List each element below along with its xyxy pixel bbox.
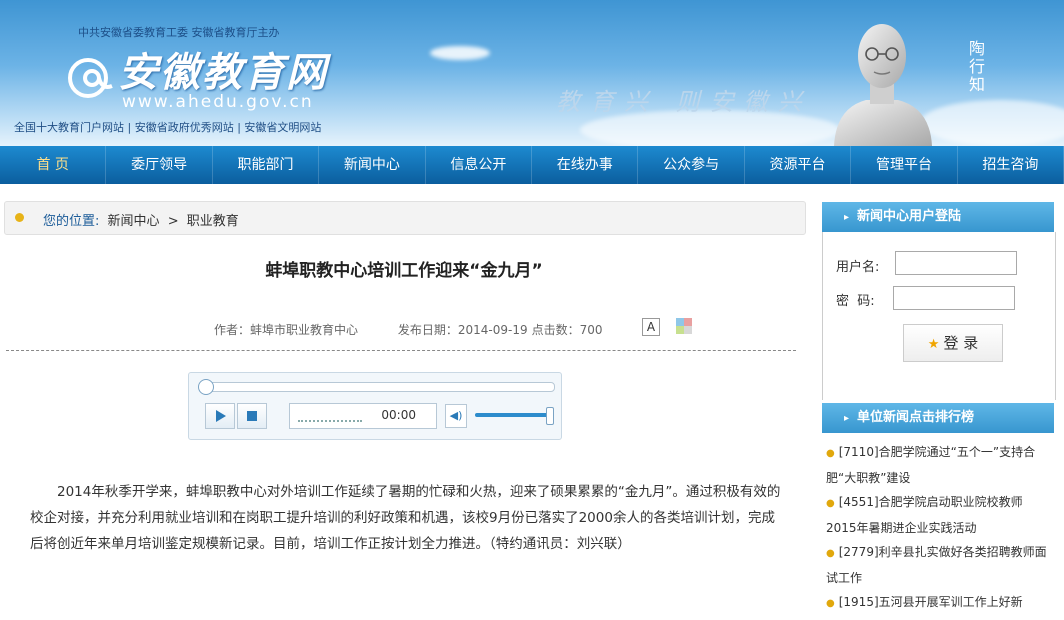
- font-size-button[interactable]: A: [642, 318, 660, 336]
- volume-slider[interactable]: [475, 407, 554, 425]
- login-panel-header: ▸ 新闻中心用户登陆: [822, 202, 1054, 232]
- tao-xingzhi-bust-image: [834, 24, 932, 146]
- clicks-value: 700: [579, 323, 603, 337]
- date-label: 发布日期：: [397, 323, 458, 337]
- article-meta: 作者：蚌埠市职业教育中心 发布日期：2014-09-19 点击数：700: [214, 321, 613, 338]
- site-honors: 全国十大教育门户网站 | 安徽省政府优秀网站 | 安徽省文明网站: [14, 121, 322, 134]
- breadcrumb-label: 您的位置:: [43, 214, 100, 229]
- buffer-indicator: [298, 420, 362, 422]
- ranking-news-text: [4551]合肥学院启动职业院校教师2015年暑期进企业实践活动: [826, 495, 1023, 535]
- password-label: 密 码:: [836, 294, 875, 309]
- site-motto: 教育兴 则安徽兴: [556, 88, 812, 116]
- location-icon: [15, 213, 24, 222]
- ranking-news-text: [1915]五河县开展军训工作上好新: [838, 595, 1023, 609]
- nav-item-8[interactable]: 管理平台: [851, 146, 958, 184]
- ranking-news-item[interactable]: ● [7110]合肥学院通过“五个一”支持合肥“大职教”建设: [826, 440, 1048, 490]
- site-title[interactable]: 安徽教育网: [118, 40, 328, 98]
- volume-icon[interactable]: ◀): [445, 404, 467, 428]
- ranking-panel-header: ▸ 单位新闻点击排行榜: [822, 403, 1054, 433]
- arrow-right-icon: ▸: [844, 413, 850, 424]
- site-url: www.ahedu.gov.cn: [122, 92, 314, 112]
- nav-item-0[interactable]: 首 页: [0, 146, 107, 184]
- time-display: 00:00: [289, 403, 437, 429]
- username-input[interactable]: [895, 251, 1017, 275]
- login-panel-title: 新闻中心用户登陆: [857, 209, 962, 224]
- star-icon: ★: [927, 337, 940, 352]
- time-value: 00:00: [381, 408, 416, 422]
- breadcrumb-link-news-center[interactable]: 新闻中心: [108, 214, 160, 229]
- nav-item-5[interactable]: 在线办事: [532, 146, 639, 184]
- password-input[interactable]: [893, 286, 1015, 310]
- ranking-news-item[interactable]: ● [4551]合肥学院启动职业院校教师2015年暑期进企业实践活动: [826, 490, 1048, 540]
- sponsor-text: 中共安徽省委教育工委 安徽省教育厅主办: [78, 26, 280, 39]
- bullet-icon: ●: [826, 598, 835, 609]
- ranking-list: ● [7110]合肥学院通过“五个一”支持合肥“大职教”建设 ● [4551]合肥学院…: [826, 440, 1048, 616]
- breadcrumb-separator: >: [167, 214, 179, 229]
- author-label: 作者：: [214, 323, 251, 337]
- volume-knob[interactable]: [546, 407, 554, 425]
- article-title: 蚌埠职教中心培训工作迎来“金九月”: [265, 261, 543, 281]
- arrow-right-icon: ▸: [844, 212, 850, 223]
- breadcrumb: 您的位置: 新闻中心 > 职业教育: [4, 201, 806, 235]
- main-nav: 首 页委厅领导 职能部门 新闻中心 信息公开 在线办事 公众参与 资源平台 管理平台 招生咨询: [0, 146, 1064, 184]
- audio-player: 00:00 ◀): [188, 372, 562, 440]
- seek-knob[interactable]: [198, 379, 214, 395]
- nav-item-9[interactable]: 招生咨询: [958, 146, 1064, 184]
- login-button[interactable]: ★ 登 录: [903, 324, 1003, 362]
- color-scheme-icon[interactable]: [676, 318, 692, 334]
- nav-item-3[interactable]: 新闻中心: [319, 146, 426, 184]
- ranking-news-item[interactable]: ● [2779]利辛县扎实做好各类招聘教师面试工作: [826, 540, 1048, 590]
- bullet-icon: ●: [826, 548, 835, 559]
- bullet-icon: ●: [826, 448, 835, 459]
- stop-button[interactable]: [237, 403, 267, 429]
- login-button-label: 登 录: [943, 334, 979, 352]
- bust-name: 陶行知: [966, 40, 985, 94]
- ranking-news-text: [7110]合肥学院通过“五个一”支持合肥“大职教”建设: [826, 445, 1036, 485]
- clicks-label: 点击数：: [531, 323, 580, 337]
- ranking-news-item[interactable]: ● [1915]五河县开展军训工作上好新: [826, 590, 1048, 616]
- nav-item-6[interactable]: 公众参与: [638, 146, 745, 184]
- nav-item-1[interactable]: 委厅领导: [106, 146, 213, 184]
- nav-item-4[interactable]: 信息公开: [426, 146, 533, 184]
- site-header: 中共安徽省委教育工委 安徽省教育厅主办 安徽教育网 www.ahedu.gov.…: [0, 0, 1064, 146]
- ranking-panel-title: 单位新闻点击排行榜: [857, 410, 975, 425]
- nav-item-2[interactable]: 职能部门: [213, 146, 320, 184]
- nav-item-7[interactable]: 资源平台: [745, 146, 852, 184]
- date-value: 2014-09-19: [457, 323, 528, 337]
- play-button[interactable]: [205, 403, 235, 429]
- username-label: 用户名:: [836, 260, 880, 275]
- site-logo-icon: [68, 58, 113, 98]
- meta-divider: [6, 350, 796, 351]
- seek-bar[interactable]: [198, 379, 555, 395]
- breadcrumb-link-vocational-education[interactable]: 职业教育: [187, 214, 239, 229]
- article-body: 2014年秋季开学来，蚌埠职教中心对外培训工作延续了暑期的忙碌和火热，迎来了硕果…: [30, 484, 781, 552]
- author-value: 蚌埠市职业教育中心: [250, 323, 359, 337]
- bullet-icon: ●: [826, 498, 835, 509]
- ranking-news-text: [2779]利辛县扎实做好各类招聘教师面试工作: [826, 545, 1047, 585]
